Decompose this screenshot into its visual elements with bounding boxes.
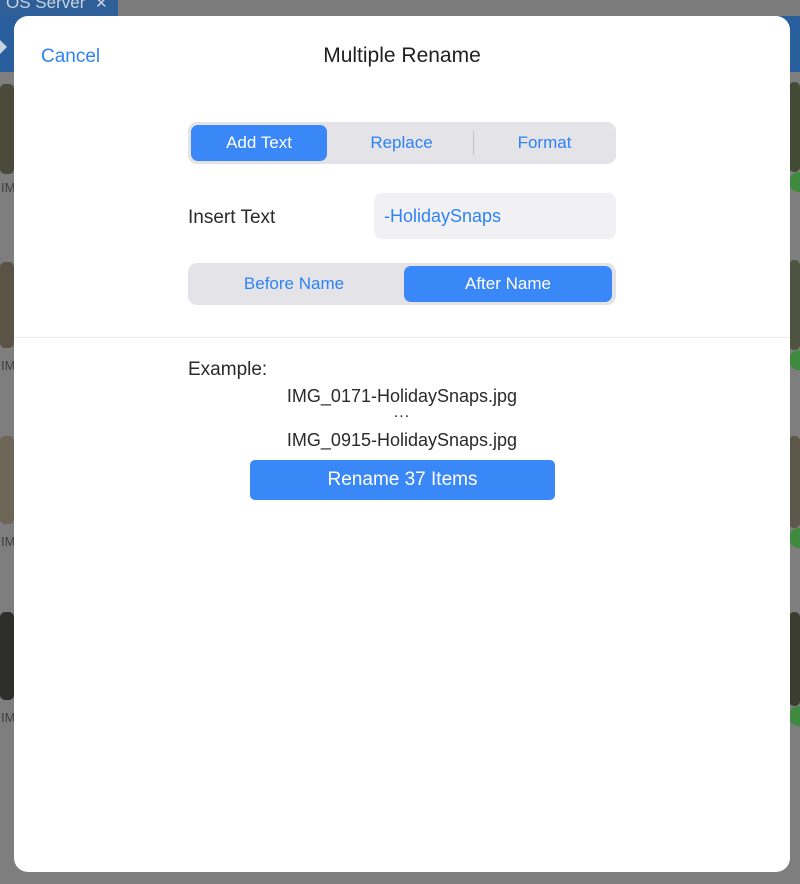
thumbnail — [789, 436, 800, 528]
tab-replace[interactable]: Replace — [333, 125, 470, 161]
thumbnail — [789, 260, 800, 350]
tab-format[interactable]: Format — [476, 125, 613, 161]
tab-add-text[interactable]: Add Text — [191, 125, 327, 161]
example-ellipsis: ... — [393, 404, 411, 421]
chevron-right-icon — [0, 40, 7, 54]
thumbnail — [0, 84, 14, 174]
thumbnail-label: IM — [1, 534, 14, 549]
rename-mode-segmented-control: Add Text Replace Format — [188, 122, 616, 164]
checkmark-icon — [789, 350, 800, 370]
thumbnail — [789, 612, 800, 706]
insert-text-field[interactable] — [374, 193, 616, 239]
checkmark-icon — [789, 706, 800, 726]
insert-position-segmented-control: Before Name After Name — [188, 263, 616, 305]
close-icon: ✕ — [95, 0, 108, 12]
section-divider — [14, 337, 790, 338]
dialog-header: Cancel Multiple Rename — [14, 16, 790, 98]
multiple-rename-dialog: Cancel Multiple Rename Add Text Replace … — [14, 16, 790, 872]
rename-items-button[interactable]: Rename 37 Items — [250, 460, 555, 500]
example-label: Example: — [188, 359, 268, 380]
segment-divider — [473, 131, 474, 155]
thumbnail — [0, 262, 14, 348]
thumbnail-label: IMG — [1, 710, 14, 725]
insert-text-label: Insert Text — [188, 207, 276, 228]
thumbnail — [789, 82, 800, 172]
server-tab-title: OS Server — [6, 0, 86, 12]
example-last-filename: IMG_0915-HolidaySnaps.jpg — [286, 430, 518, 450]
thumbnail — [0, 612, 14, 700]
checkmark-icon — [789, 528, 800, 548]
server-tab: OS Server ✕ — [0, 0, 118, 16]
thumbnail-label: IMG — [1, 180, 14, 195]
tab-after-name[interactable]: After Name — [404, 266, 612, 302]
dialog-title: Multiple Rename — [323, 44, 481, 67]
tab-before-name[interactable]: Before Name — [191, 266, 397, 302]
thumbnail — [0, 436, 14, 524]
thumbnail-label: IM — [1, 358, 14, 373]
checkmark-icon — [789, 172, 800, 192]
